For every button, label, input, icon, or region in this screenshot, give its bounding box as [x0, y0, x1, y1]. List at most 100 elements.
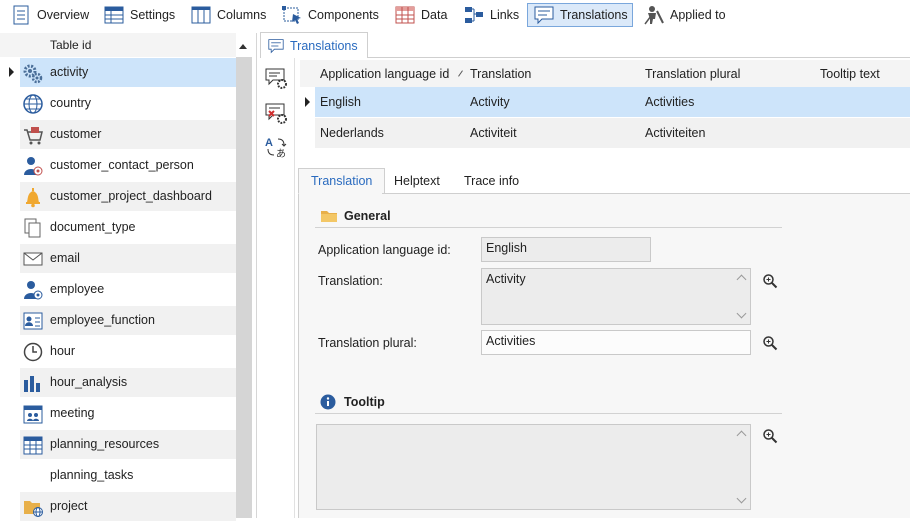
tab-strip-border	[368, 57, 910, 58]
translation-zoom-button[interactable]	[762, 273, 778, 289]
components-button[interactable]: Components	[276, 3, 383, 27]
envelope-icon	[22, 248, 44, 270]
tooltip-scrollbar[interactable]	[735, 426, 749, 508]
components-label: Components	[308, 8, 379, 22]
table-list-item-label: activity	[50, 65, 89, 79]
links-icon	[465, 7, 483, 23]
detail-tabs: Translation Helptext Trace info	[298, 168, 910, 194]
overview-icon	[13, 5, 29, 25]
table-list-item[interactable]: employee	[0, 274, 236, 305]
magnifier-plus-icon	[763, 274, 778, 289]
plural-label: Translation plural:	[318, 336, 417, 350]
table-list-item-label: customer_project_dashboard	[50, 189, 212, 203]
column-header-translation[interactable]: Translation	[470, 67, 531, 81]
translate-button[interactable]: Aあ	[264, 135, 288, 160]
settings-button[interactable]: Settings	[98, 3, 179, 27]
cell-language: English	[320, 95, 361, 109]
table-list-item[interactable]: customer	[0, 119, 236, 150]
column-header-language[interactable]: Application language id	[320, 67, 464, 81]
table-list-header[interactable]: Table id	[0, 33, 236, 57]
table-list-item-label: customer_contact_person	[50, 158, 194, 172]
tab-translations[interactable]: Translations	[260, 32, 368, 58]
plural-zoom-button[interactable]	[762, 335, 778, 351]
table-list-item[interactable]: employee_function	[0, 305, 236, 336]
current-row-pointer-icon	[305, 97, 310, 107]
tooltip-section-title: Tooltip	[320, 394, 385, 410]
applied-to-icon	[644, 6, 664, 25]
columns-button[interactable]: Columns	[185, 3, 270, 27]
table-list-item[interactable]: project	[0, 491, 236, 522]
panel-splitter[interactable]	[256, 33, 257, 518]
plural-input[interactable]: Activities	[481, 330, 751, 355]
top-toolbar: Overview Settings Columns Components Dat…	[0, 0, 910, 32]
tab-helptext[interactable]: Helptext	[382, 168, 452, 194]
sort-ascending-icon[interactable]	[239, 44, 247, 49]
tab-trace-info[interactable]: Trace info	[452, 168, 531, 194]
settings-table-icon	[104, 6, 124, 24]
tab-translation[interactable]: Translation	[298, 168, 386, 194]
scroll-up-icon[interactable]	[736, 430, 747, 441]
applied-to-label: Applied to	[670, 8, 726, 22]
tooltip-textarea[interactable]	[316, 424, 751, 510]
table-list-item-label: email	[50, 251, 80, 265]
table-list-item[interactable]: customer_contact_person	[0, 150, 236, 181]
current-row-pointer-icon	[9, 67, 14, 77]
scroll-up-icon[interactable]	[736, 274, 747, 285]
column-header-plural[interactable]: Translation plural	[645, 67, 740, 81]
table-list-item-label: planning_tasks	[50, 468, 134, 482]
general-section-divider	[315, 227, 782, 228]
delete-settings-icon	[265, 103, 287, 124]
translation-label: Translation:	[318, 274, 383, 288]
calendar-grid-icon	[22, 434, 44, 456]
table-list-item[interactable]: email	[0, 243, 236, 274]
table-list-item[interactable]: meeting	[0, 398, 236, 429]
tooltip-zoom-button[interactable]	[762, 428, 778, 444]
translation-form-panel: General Application language id: English…	[298, 194, 910, 518]
data-button[interactable]: Data	[389, 3, 451, 27]
table-list-item-label: hour	[50, 344, 76, 358]
table-list-item[interactable]: customer_project_dashboard	[0, 181, 236, 212]
translations-label: Translations	[560, 8, 628, 22]
id-card-icon	[22, 310, 44, 332]
table-list-item-label: meeting	[50, 406, 95, 420]
edit-record-button[interactable]	[264, 66, 288, 90]
overview-button[interactable]: Overview	[5, 3, 93, 27]
tooltip-section-divider	[315, 413, 782, 414]
table-list-item-label: hour_analysis	[50, 375, 128, 389]
delete-record-button[interactable]	[264, 101, 288, 125]
general-section-title: General	[320, 208, 391, 224]
columns-label: Columns	[217, 8, 267, 22]
magnifier-plus-icon	[763, 336, 778, 351]
table-list-item-label: employee_function	[50, 313, 155, 327]
translations-button[interactable]: Translations	[527, 3, 633, 27]
table-list-item[interactable]: country	[0, 88, 236, 119]
translation-textarea[interactable]: Activity	[481, 268, 751, 325]
table-list-item[interactable]: planning_resources	[0, 429, 236, 460]
table-list-scrollbar[interactable]	[236, 57, 252, 518]
calendar-people-icon	[22, 403, 44, 425]
links-button[interactable]: Links	[458, 3, 523, 27]
table-list-item[interactable]: hour	[0, 336, 236, 367]
columns-icon	[191, 6, 211, 24]
table-list-item-label: employee	[50, 282, 105, 296]
table-list-item[interactable]: activity	[0, 57, 236, 88]
table-list-item[interactable]: hour_analysis	[0, 367, 236, 398]
scroll-down-icon[interactable]	[736, 493, 747, 504]
table-list-item[interactable]: document_type	[0, 212, 236, 243]
cell-language: Nederlands	[320, 126, 384, 140]
language-label: Application language id:	[318, 243, 451, 257]
translation-scrollbar[interactable]	[735, 270, 749, 323]
cell-translation: Activity	[470, 95, 510, 109]
column-header-tooltip[interactable]: Tooltip text	[820, 67, 880, 81]
scroll-down-icon[interactable]	[736, 308, 747, 319]
language-field: English	[481, 237, 651, 262]
globe-icon	[22, 93, 44, 115]
tab-translations-label: Translations	[290, 38, 358, 53]
applied-to-button[interactable]: Applied to	[638, 3, 730, 27]
grid-header: Application language id Translation Tran…	[300, 60, 910, 87]
table-list-item[interactable]: planning_tasks	[0, 460, 236, 491]
translations-icon	[534, 6, 554, 25]
table-row[interactable]: Nederlands Activiteit Activiteiten	[300, 118, 910, 149]
table-row[interactable]: English Activity Activities	[300, 87, 910, 118]
links-label: Links	[490, 8, 520, 22]
